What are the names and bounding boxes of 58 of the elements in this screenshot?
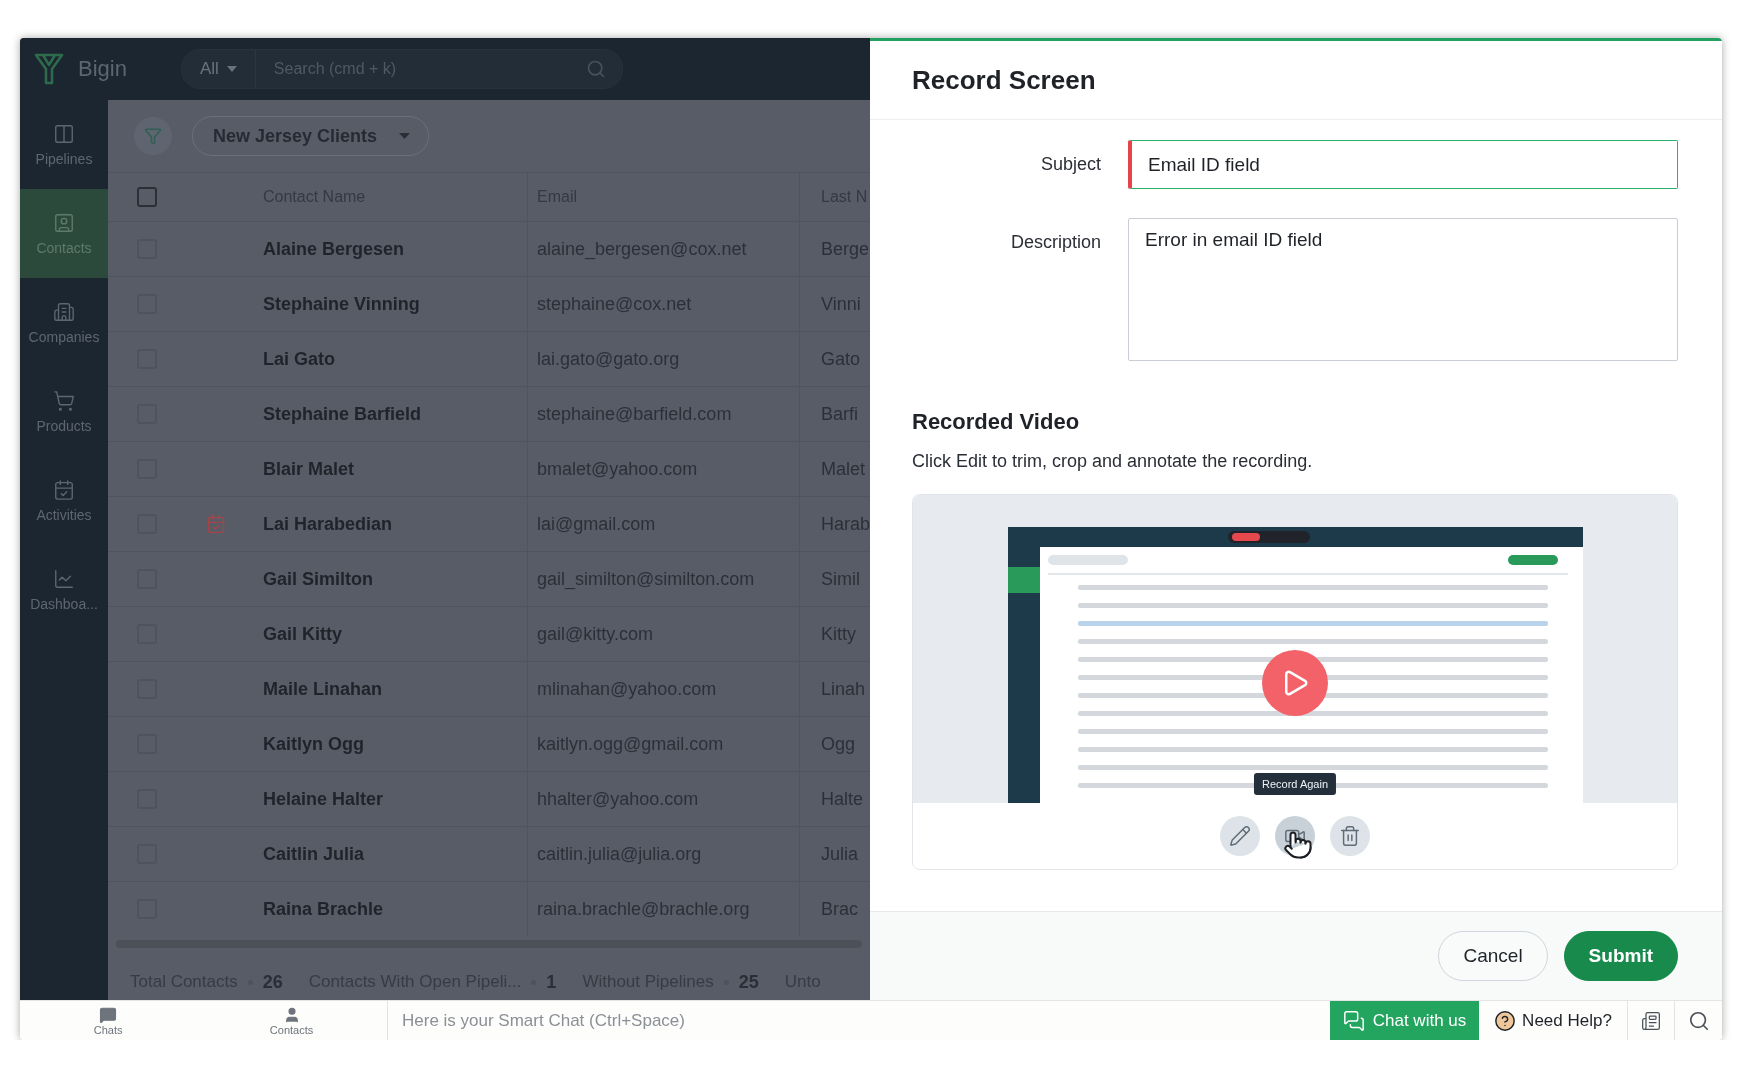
sidebar-item[interactable]: Products xyxy=(20,367,108,456)
cart-icon xyxy=(53,389,75,412)
logo-icon xyxy=(34,53,64,85)
contact-name[interactable]: Lai Gato xyxy=(245,332,527,386)
caret-icon xyxy=(226,66,237,72)
delete-button[interactable] xyxy=(1330,816,1370,856)
filter-button[interactable] xyxy=(134,117,172,155)
field-label: Subject xyxy=(1039,153,1101,175)
search-icon xyxy=(1687,1009,1710,1032)
sidebar-item[interactable]: Dashboa... xyxy=(20,545,108,634)
pencil-icon xyxy=(1229,825,1251,847)
search-icon xyxy=(585,59,606,79)
contact-name[interactable]: Blair Malet xyxy=(245,442,527,496)
description-field[interactable]: Error in email ID field xyxy=(1128,218,1678,361)
contact-name[interactable]: Helaine Halter xyxy=(245,772,527,826)
contact-name[interactable]: Gail Similton xyxy=(245,552,527,606)
subject-field[interactable]: Email ID field xyxy=(1128,140,1678,189)
user-card-icon xyxy=(53,211,75,234)
notes-icon xyxy=(1641,1010,1661,1031)
trash-icon xyxy=(1339,825,1361,847)
contact-name[interactable]: Stephaine Barfield xyxy=(245,387,527,441)
sidebar-item[interactable]: Pipelines xyxy=(20,100,108,189)
hand-cursor-icon xyxy=(1283,830,1313,860)
building-icon xyxy=(53,300,75,323)
caret-icon xyxy=(399,133,411,139)
scope-dropdown[interactable]: All xyxy=(181,50,256,88)
help-icon xyxy=(1494,1009,1517,1032)
contact-name[interactable]: Gail Kitty xyxy=(245,607,527,661)
chat-button[interactable]: Chat with us xyxy=(1330,1001,1479,1040)
contact-name[interactable]: Lai Harabedian xyxy=(245,497,527,551)
chat-bubble-icon xyxy=(99,1005,118,1024)
contact-name[interactable]: Kaitlyn Ogg xyxy=(245,717,527,771)
cancel-button[interactable]: Cancel xyxy=(1438,931,1548,981)
columns-icon xyxy=(53,122,75,145)
app-name: Bigin xyxy=(78,56,127,82)
field-label: Description xyxy=(1009,231,1101,253)
dialog-title: Record Screen xyxy=(912,64,1096,96)
contact-name[interactable]: Alaine Bergesen xyxy=(245,222,527,276)
chat-bubbles-icon xyxy=(1342,1009,1365,1032)
bottom-tab[interactable]: Chats xyxy=(83,1001,133,1040)
submit-button[interactable]: Submit xyxy=(1563,931,1678,981)
contact-name[interactable]: Raina Brachle xyxy=(245,882,527,936)
contact-name[interactable]: Caitlin Julia xyxy=(245,827,527,881)
contact-name[interactable]: Stephaine Vinning xyxy=(245,277,527,331)
calendar-check-icon xyxy=(53,478,75,501)
sidebar-item[interactable]: Companies xyxy=(20,278,108,367)
bottom-tab[interactable]: Contacts xyxy=(259,1001,324,1040)
section-heading: Recorded Video xyxy=(912,409,1081,435)
help-button[interactable]: Need Help? xyxy=(1479,1001,1628,1040)
select-all-checkbox[interactable] xyxy=(137,187,157,207)
filter-icon xyxy=(144,127,162,145)
chart-icon xyxy=(53,567,75,590)
tooltip: Record Again xyxy=(1254,773,1336,795)
edit-button[interactable] xyxy=(1220,816,1260,856)
contact-name[interactable]: Maile Linahan xyxy=(245,662,527,716)
section-caption: Click Edit to trim, crop and annotate the recording. xyxy=(912,451,1314,472)
smart-chat-field[interactable]: Here is your Smart Chat (Ctrl+Space) xyxy=(388,1001,1330,1040)
sidebar-item[interactable]: Activities xyxy=(20,456,108,545)
